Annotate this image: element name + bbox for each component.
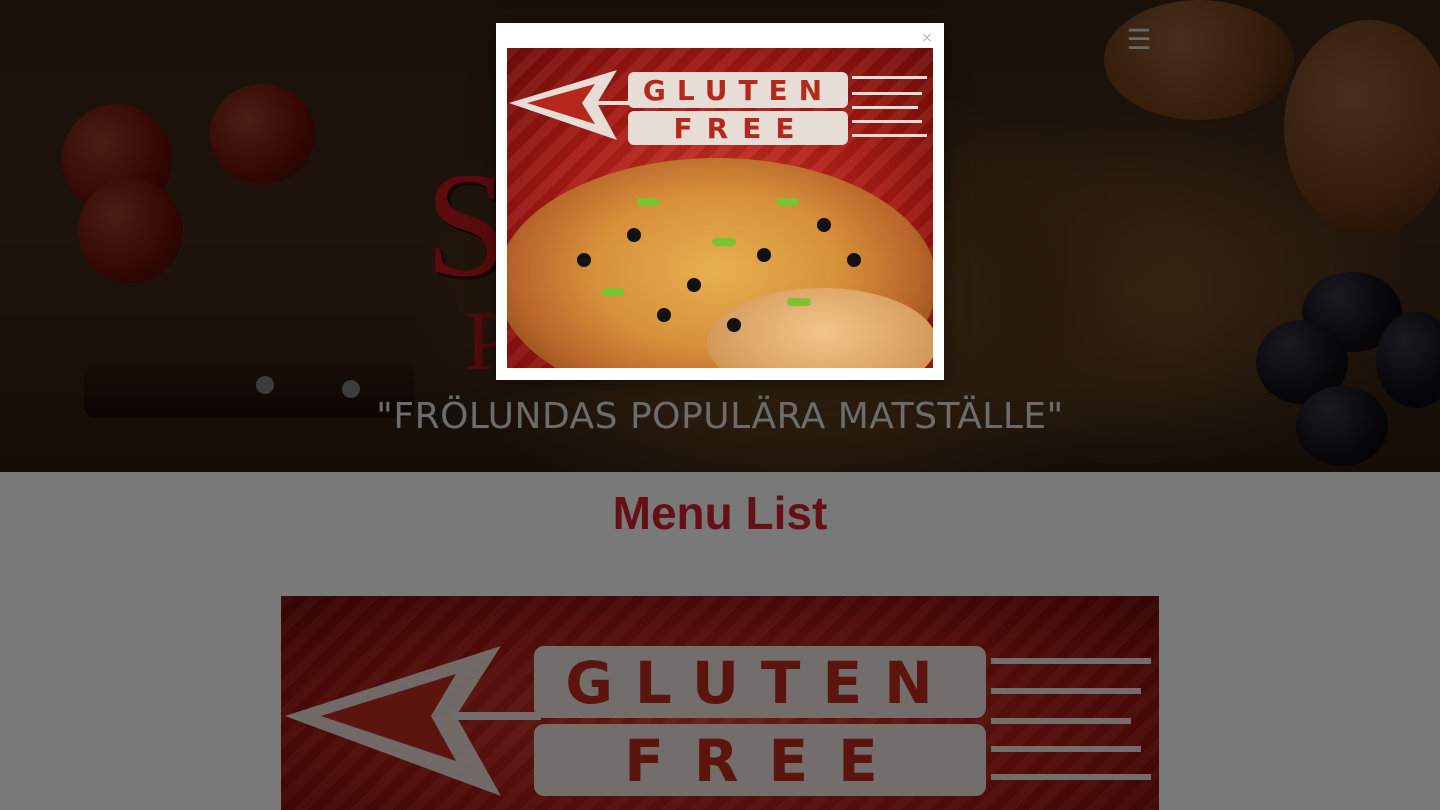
free-text: FREE xyxy=(674,112,809,145)
gluten-free-logo: GLUTEN FREE xyxy=(509,70,927,145)
gluten-free-pizza-image: GLUTEN FREE xyxy=(507,48,933,368)
close-icon[interactable]: × xyxy=(918,29,936,47)
promo-image: GLUTEN FREE xyxy=(507,48,933,368)
page: S E P B "FRÖLUNDAS POPULÄRA MATSTÄLLE" ☰… xyxy=(0,0,1440,810)
promo-modal: × GLUTEN FREE xyxy=(496,23,944,380)
gluten-text: GLUTEN xyxy=(643,74,833,107)
